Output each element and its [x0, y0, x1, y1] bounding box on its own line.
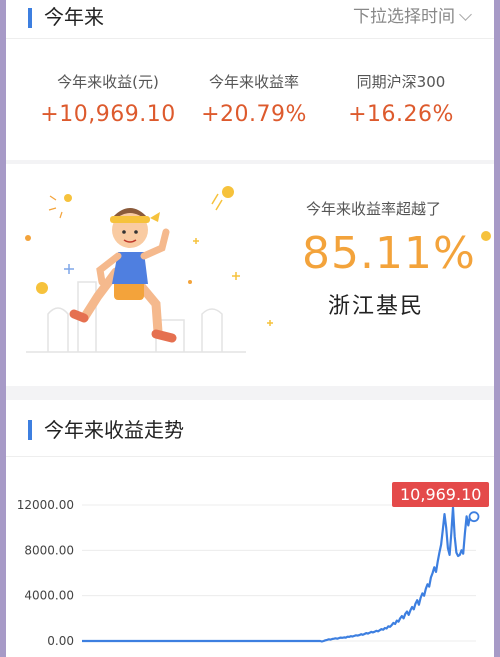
period-dropdown[interactable]: 下拉选择时间 [353, 4, 472, 30]
y-tick-label: 0.00 [47, 634, 74, 648]
trend-title: 今年来收益走势 [44, 418, 184, 442]
stat-value: +10,969.10 [40, 102, 176, 127]
accent-bar [28, 420, 32, 440]
return-series-line [82, 506, 472, 643]
header-divider [6, 38, 494, 39]
stat-value: +20.79% [201, 102, 307, 127]
stat-label: 今年来收益(元) [57, 73, 159, 91]
stat-benchmark: 同期沪深300 +16.26% [321, 72, 481, 130]
stat-value: +16.26% [348, 102, 454, 127]
last-point-marker [468, 511, 480, 523]
ranking-percentage: 85.11% [302, 228, 476, 279]
page-title: 今年来 [44, 5, 104, 29]
period-dropdown-label: 下拉选择时间 [353, 7, 455, 27]
chevron-down-icon [459, 7, 472, 21]
stat-label: 同期沪深300 [356, 73, 446, 91]
y-tick-label: 4000.00 [24, 589, 74, 603]
summary-header: 今年来 下拉选择时间 [6, 0, 494, 38]
ranking-label: 今年来收益率超越了 [306, 200, 442, 218]
current-value-badge: 10,969.10 [392, 482, 490, 507]
stat-total-return: 今年来收益(元) +10,969.10 [28, 72, 188, 130]
stat-label: 今年来收益率 [208, 73, 299, 91]
app-frame: 今年来 下拉选择时间 今年来收益(元) +10,969.10 今年来收益率 +2… [6, 0, 494, 657]
stat-return-rate: 今年来收益率 +20.79% [174, 72, 334, 130]
ranking-region: 浙江基民 [328, 294, 425, 319]
summary-card: 今年来 下拉选择时间 今年来收益(元) +10,969.10 今年来收益率 +2… [6, 0, 494, 160]
y-tick-label: 12000.00 [17, 498, 74, 512]
accent-bar [28, 8, 32, 28]
y-tick-label: 8000.00 [24, 543, 74, 557]
